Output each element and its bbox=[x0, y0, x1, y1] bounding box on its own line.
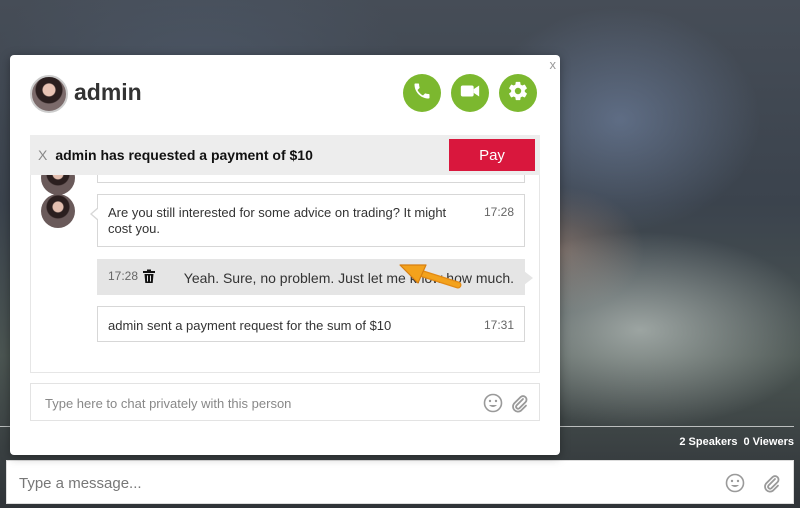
list-item: admin sent a payment request for the sum… bbox=[97, 306, 525, 342]
private-chat-dialog: x admin X admin has requested a payment … bbox=[10, 55, 560, 455]
close-dialog-button[interactable]: x bbox=[550, 57, 557, 72]
list-item bbox=[97, 175, 525, 183]
paperclip-icon[interactable] bbox=[509, 393, 529, 418]
pointer-arrow-icon bbox=[396, 259, 464, 296]
main-message-bar bbox=[6, 460, 794, 504]
emoji-icon[interactable] bbox=[725, 473, 745, 498]
speakers-label: Speakers bbox=[688, 436, 738, 448]
private-message-input[interactable] bbox=[45, 394, 465, 412]
avatar bbox=[30, 75, 68, 113]
trash-icon[interactable] bbox=[142, 269, 156, 287]
pay-button[interactable]: Pay bbox=[449, 139, 535, 171]
main-message-input[interactable] bbox=[19, 473, 699, 493]
emoji-icon[interactable] bbox=[483, 393, 503, 418]
message-time: 17:31 bbox=[483, 318, 514, 332]
settings-button[interactable] bbox=[499, 74, 537, 112]
payment-request-text: admin has requested a payment of $10 bbox=[55, 147, 313, 163]
paperclip-icon[interactable] bbox=[761, 473, 781, 498]
call-button[interactable] bbox=[403, 74, 441, 112]
video-call-button[interactable] bbox=[451, 74, 489, 112]
dismiss-banner-button[interactable]: X bbox=[38, 147, 47, 163]
message-time: 17:28 bbox=[483, 205, 514, 219]
avatar bbox=[41, 175, 75, 195]
payment-request-banner: X admin has requested a payment of $10 P… bbox=[30, 135, 540, 175]
private-message-bar bbox=[30, 383, 540, 421]
message-text: admin sent a payment request for the sum… bbox=[108, 318, 392, 333]
phone-icon bbox=[412, 81, 432, 106]
message-time: 17:28 bbox=[108, 269, 139, 283]
list-item: Are you still interested for some advice… bbox=[90, 194, 525, 247]
message-text: Are you still interested for some advice… bbox=[108, 205, 447, 236]
gear-icon bbox=[507, 80, 529, 107]
avatar bbox=[41, 194, 75, 228]
chat-partner-name: admin bbox=[74, 79, 142, 105]
message-text: Yeah. Sure, no problem. Just let me know… bbox=[183, 270, 514, 286]
viewers-count: 0 bbox=[743, 436, 750, 448]
speakers-count: 2 bbox=[679, 436, 686, 448]
viewers-label: Viewers bbox=[752, 436, 794, 448]
video-camera-icon bbox=[459, 80, 481, 107]
room-stats: 2 Speakers 0 Viewers bbox=[679, 436, 794, 448]
